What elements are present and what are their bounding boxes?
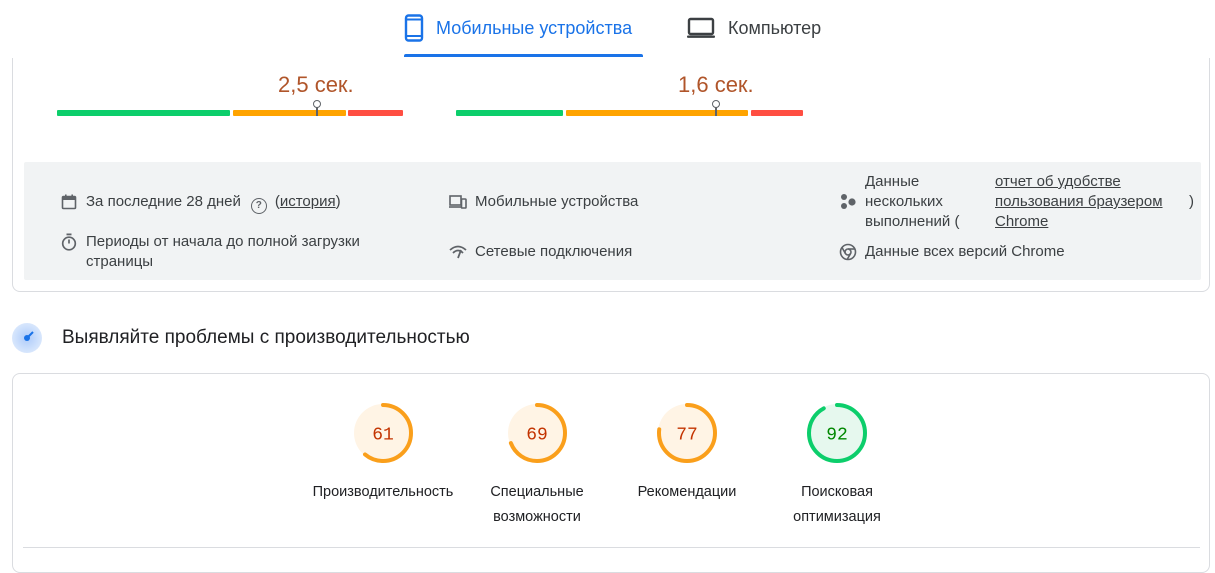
period-desc-text: Периоды от начала до полной загрузки стр…: [86, 233, 360, 270]
tab-mobile[interactable]: Мобильные устройства: [404, 0, 643, 57]
metric-value: 1,6 сек.: [678, 72, 754, 97]
gauge-seo[interactable]: 92 Поисковая оптимизация: [757, 402, 917, 530]
lab-scores-card: 61 Производительность 69 Специальные воз…: [12, 373, 1210, 573]
smartphone-icon: [404, 14, 424, 42]
gauge-label: Поисковая оптимизация: [793, 484, 881, 525]
history-close-paren: ): [335, 193, 341, 210]
info-all-versions: Данные всех версий Chrome: [839, 242, 1065, 262]
info-network: Сетевые подключения: [449, 242, 632, 262]
chrome-ux-report-link[interactable]: отчет об удобстве пользования браузером …: [995, 173, 1163, 230]
metric-bar-good: [456, 110, 563, 116]
gauge-accessibility[interactable]: 69 Специальные возможности: [457, 402, 617, 530]
chrome-icon: [839, 243, 857, 261]
network-icon: [449, 243, 467, 261]
all-versions-text: Данные всех версий Chrome: [865, 243, 1065, 260]
metric-bar-good: [57, 110, 230, 116]
gauge-label: Производительность: [312, 484, 454, 500]
calendar-icon: [60, 193, 78, 211]
gauge-label: Специальные возможности: [490, 484, 584, 525]
metric-value: 2,5 сек.: [278, 72, 354, 97]
network-text: Сетевые подключения: [475, 243, 633, 260]
metric-bar-poor: [348, 110, 403, 116]
info-period-desc: Периоды от начала до полной загрузки стр…: [60, 232, 390, 272]
multi-runs-text: Данные нескольких выполнений (: [865, 173, 960, 230]
metric-bar-average: [566, 110, 748, 116]
laptop-icon: [686, 17, 716, 39]
stopwatch-icon: [60, 233, 78, 251]
metric-bar-poor: [751, 110, 803, 116]
metric-fcp: 1,6 сек.: [456, 58, 803, 138]
tab-mobile-label: Мобильные устройства: [436, 17, 633, 38]
section-title: Выявляйте проблемы с производительностью: [62, 327, 470, 348]
metric-lcp: 2,5 сек.: [57, 58, 403, 138]
metric-marker-line: [316, 107, 318, 116]
radar-icon: [12, 323, 42, 353]
multiple-runs-icon: [839, 193, 857, 211]
devices-text: Мобильные устройства: [475, 193, 639, 210]
info-multi-runs: Данные нескольких выполнений ( отчет об …: [839, 172, 1194, 232]
period-text: За последние 28 дней: [86, 193, 241, 210]
report-close-paren: ): [1189, 193, 1194, 210]
field-data-card: 2,5 сек. 1,6 сек. За последние 28 дней?(…: [12, 58, 1210, 292]
info-period: За последние 28 дней? (история): [60, 192, 341, 214]
gauge-best-practices[interactable]: 77 Рекомендации: [607, 402, 767, 505]
performance-section-header: Выявляйте проблемы с производительностью: [12, 320, 470, 356]
device-tabs: Мобильные устройства Компьютер: [0, 0, 1215, 58]
tab-desktop-label: Компьютер: [728, 17, 822, 38]
gauge-value: 69: [526, 426, 548, 446]
help-icon[interactable]: ?: [250, 198, 267, 214]
gauge-value: 92: [826, 426, 848, 446]
gauge-value: 77: [676, 426, 698, 446]
devices-icon: [449, 193, 467, 211]
gauge-label: Рекомендации: [637, 484, 737, 500]
active-tab-indicator: [404, 54, 643, 57]
metric-bar-average: [233, 110, 346, 116]
metric-marker-line: [715, 107, 717, 116]
tab-desktop[interactable]: Компьютер: [686, 0, 836, 56]
info-devices: Мобильные устройства: [449, 192, 638, 212]
field-data-info: За последние 28 дней? (история) Периоды о…: [24, 162, 1201, 280]
gauge-performance[interactable]: 61 Производительность: [303, 402, 463, 505]
history-link[interactable]: история: [280, 193, 336, 210]
gauge-value: 61: [372, 426, 394, 446]
card-divider: [23, 547, 1200, 548]
